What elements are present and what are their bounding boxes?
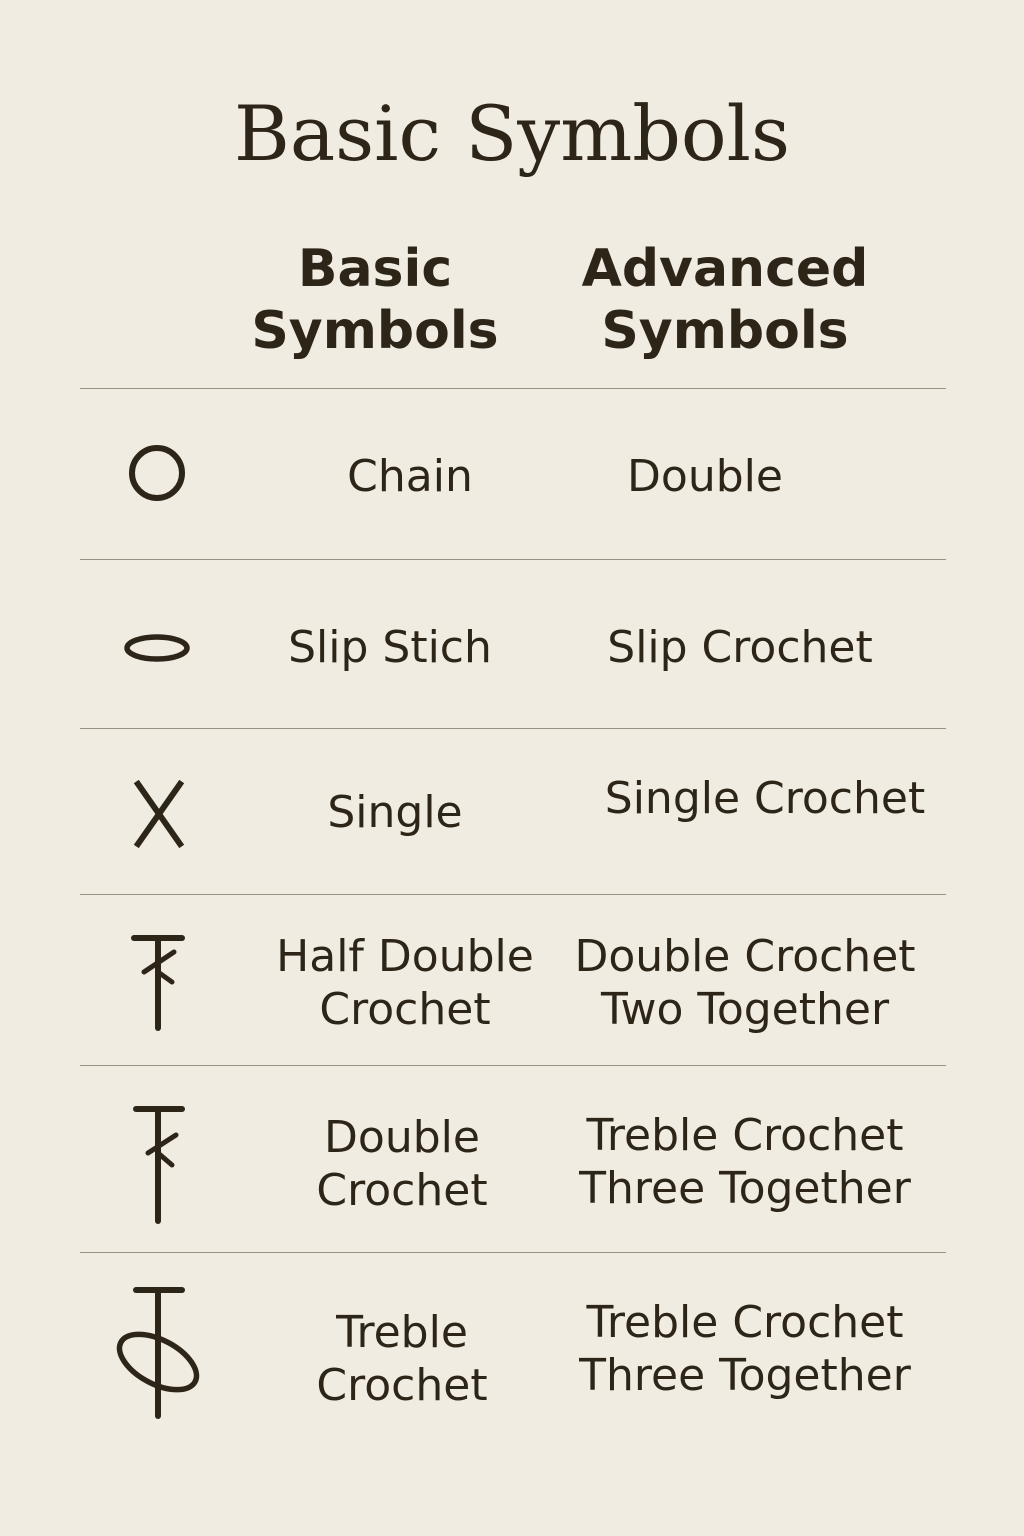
basic-symbol-name: Chain bbox=[347, 451, 473, 502]
divider bbox=[80, 1252, 946, 1253]
half-double-crochet-icon bbox=[110, 932, 206, 1032]
divider bbox=[80, 728, 946, 729]
divider bbox=[80, 388, 946, 389]
slip-stitch-icon bbox=[110, 627, 206, 667]
page-title: Basic Symbols bbox=[234, 89, 790, 178]
header-basic-symbols: Basic Symbols bbox=[251, 239, 499, 361]
double-crochet-icon bbox=[110, 1103, 206, 1227]
basic-symbol-name: Treble Crochet bbox=[316, 1307, 488, 1411]
advanced-symbol-name: Slip Crochet bbox=[607, 622, 873, 673]
basic-symbol-name: Slip Stich bbox=[288, 622, 492, 673]
table-row: Slip Stich Slip Crochet bbox=[80, 561, 946, 727]
table-row: Double Crochet Treble Crochet Three Toge… bbox=[80, 1067, 946, 1251]
advanced-symbol-name: Treble Crochet Three Together bbox=[579, 1297, 911, 1401]
basic-symbol-name: Half Double Crochet bbox=[276, 931, 534, 1035]
advanced-symbol-name: Double bbox=[627, 451, 783, 502]
table-row: Half Double Crochet Double Crochet Two T… bbox=[80, 896, 946, 1064]
chain-icon bbox=[110, 440, 206, 510]
header-advanced-symbols: Advanced Symbols bbox=[581, 239, 869, 361]
single-crochet-icon bbox=[110, 780, 206, 850]
advanced-symbol-name: Treble Crochet Three Together bbox=[579, 1110, 911, 1214]
advanced-symbol-name: Single Crochet bbox=[604, 773, 926, 824]
divider bbox=[80, 894, 946, 895]
advanced-symbol-name: Double Crochet Two Together bbox=[574, 931, 916, 1035]
treble-crochet-icon bbox=[110, 1284, 206, 1424]
divider bbox=[80, 1065, 946, 1066]
basic-symbol-name: Double Crochet bbox=[316, 1112, 488, 1216]
divider bbox=[80, 559, 946, 560]
table-row: Single Single Crochet bbox=[80, 730, 946, 894]
basic-symbol-name: Single bbox=[327, 787, 463, 838]
table-row: Treble Crochet Treble Crochet Three Toge… bbox=[80, 1254, 946, 1454]
table-row: Chain Double bbox=[80, 390, 946, 558]
